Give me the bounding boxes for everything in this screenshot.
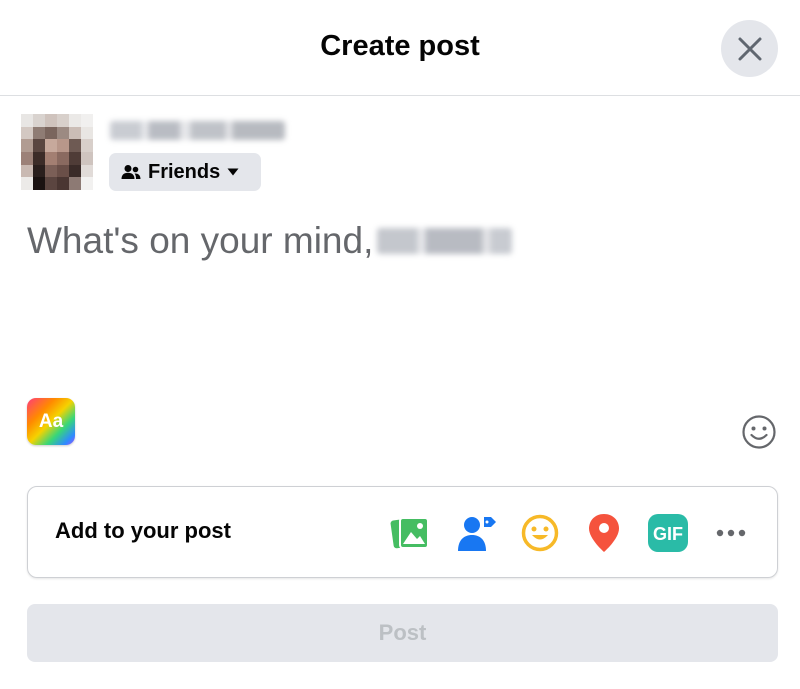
caret-down-icon: [227, 168, 239, 176]
text-background-button[interactable]: Aa: [27, 398, 75, 445]
more-options-button[interactable]: [707, 509, 755, 557]
close-button[interactable]: [721, 20, 778, 77]
add-to-post-label: Add to your post: [55, 518, 231, 543]
gif-label: GIF: [653, 524, 683, 544]
avatar: [21, 114, 93, 190]
post-button-label: Post: [378, 620, 427, 645]
audience-label: Friends: [148, 160, 221, 183]
check-in-icon: [589, 514, 619, 552]
check-in-button[interactable]: [580, 509, 628, 557]
dialog-title: Create post: [320, 30, 480, 62]
emoji-button[interactable]: [739, 412, 779, 452]
emoji-icon: [742, 415, 776, 449]
audience-selector-button[interactable]: Friends: [109, 153, 261, 191]
feeling-activity-button[interactable]: [516, 509, 564, 557]
photo-video-icon: [390, 517, 429, 549]
post-button[interactable]: Post: [27, 604, 778, 662]
text-style-label: Aa: [38, 410, 64, 432]
feeling-activity-icon: [521, 514, 559, 552]
composer-placeholder: What's on your mind,: [27, 220, 374, 261]
first-name-redacted: [377, 228, 513, 254]
friends-icon: [121, 165, 141, 179]
dialog-header: Create post: [0, 0, 800, 96]
photo-video-button[interactable]: [386, 509, 434, 557]
author-name-redacted: [110, 121, 285, 140]
tag-people-button[interactable]: [453, 509, 501, 557]
post-composer-input[interactable]: What's on your mind,: [27, 218, 747, 388]
tag-people-icon: [458, 517, 496, 551]
gif-icon: GIF: [648, 514, 688, 552]
gif-button[interactable]: GIF: [644, 509, 692, 557]
add-to-post-bar: Add to your post GIF: [27, 486, 778, 578]
more-icon: [716, 529, 746, 537]
close-icon: [738, 37, 761, 60]
